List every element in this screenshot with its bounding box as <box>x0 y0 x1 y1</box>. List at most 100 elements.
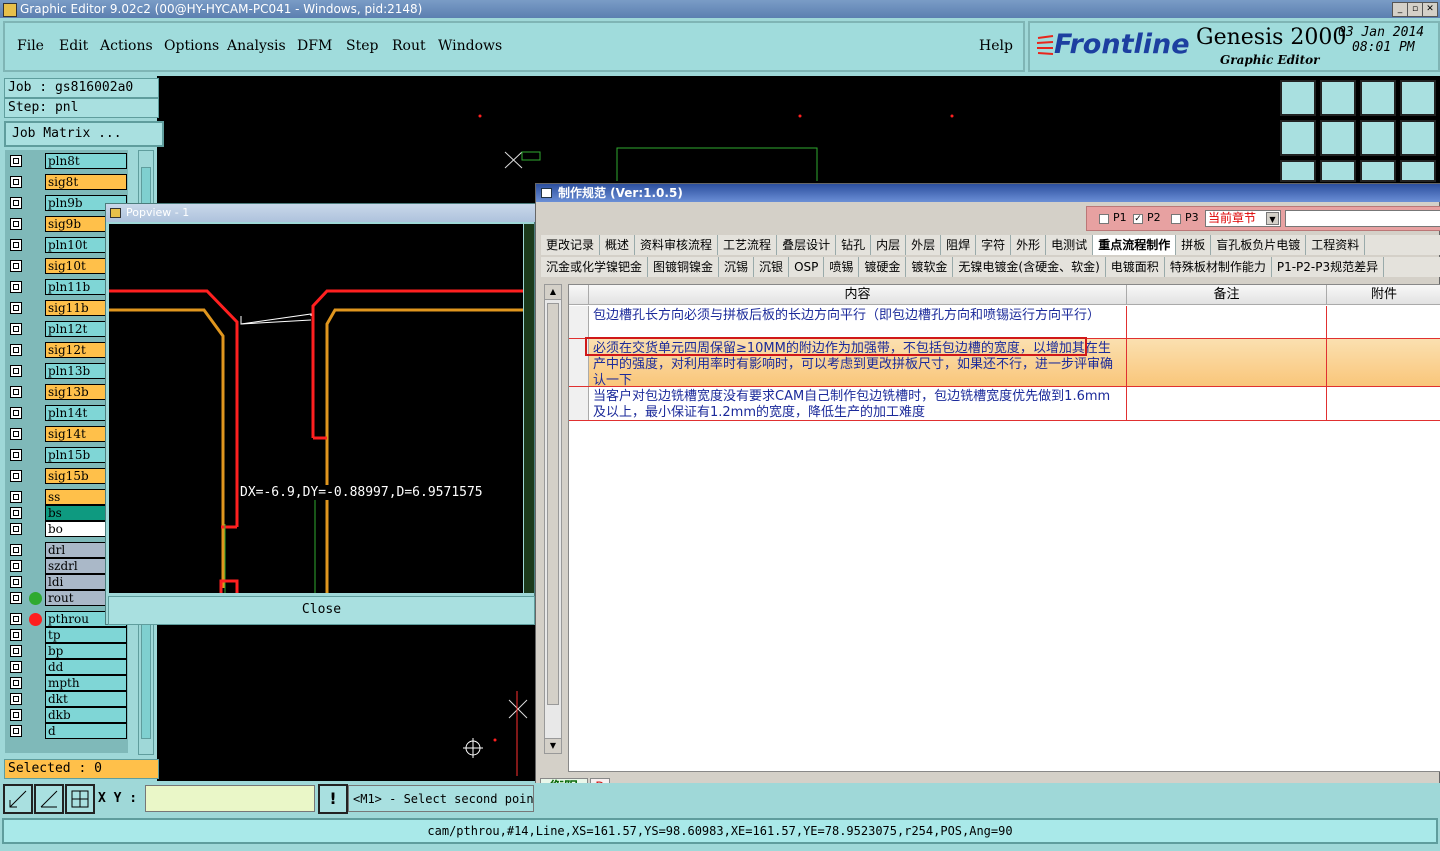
tab-13[interactable]: 重点流程制作 <box>1093 235 1177 255</box>
subtab-9[interactable]: 无镍电镀金(含硬金、软金) <box>953 257 1106 277</box>
column-header-content[interactable]: 内容 <box>589 285 1127 305</box>
layer-checkbox[interactable] <box>10 218 22 230</box>
subtab-7[interactable]: 镀硬金 <box>859 257 907 277</box>
grid-tool-icon[interactable] <box>65 784 95 814</box>
layer-checkbox[interactable] <box>10 344 22 356</box>
scope-select[interactable]: 当前章节 ▼ <box>1205 210 1281 227</box>
layer-checkbox[interactable] <box>10 407 22 419</box>
subtab-8[interactable]: 镀软金 <box>906 257 954 277</box>
home-button[interactable] <box>1360 80 1396 116</box>
layer-name[interactable]: dd <box>45 659 127 675</box>
menu-help[interactable]: Help <box>979 38 1013 54</box>
tab-6[interactable]: 钻孔 <box>836 235 872 255</box>
menu-windows[interactable]: Windows <box>438 38 502 54</box>
layer-checkbox[interactable] <box>10 428 22 440</box>
p3-checkbox[interactable] <box>1171 214 1181 224</box>
layer-checkbox[interactable] <box>10 523 22 535</box>
tab-11[interactable]: 外形 <box>1011 235 1047 255</box>
layer-checkbox[interactable] <box>10 507 22 519</box>
layer-name[interactable]: sig8t <box>45 174 127 190</box>
chevron-down-icon[interactable]: ▼ <box>1266 212 1279 225</box>
layer-checkbox[interactable] <box>10 629 22 641</box>
scroll-up-icon[interactable]: ▲ <box>545 285 561 300</box>
toolbar-button[interactable] <box>1280 120 1316 156</box>
layer-row-dkt[interactable]: dkt <box>7 691 128 707</box>
tab-5[interactable]: 叠层设计 <box>777 235 837 255</box>
layer-checkbox[interactable] <box>10 677 22 689</box>
layer-checkbox[interactable] <box>10 323 22 335</box>
layer-checkbox[interactable] <box>10 576 22 588</box>
tab-14[interactable]: 拼板 <box>1176 235 1212 255</box>
p2-checkbox[interactable]: ✓ <box>1133 214 1143 224</box>
layer-row-tp[interactable]: tp <box>7 627 128 643</box>
tab-15[interactable]: 盲孔板负片电镀 <box>1211 235 1307 255</box>
layer-checkbox[interactable] <box>10 365 22 377</box>
layer-name[interactable]: mpth <box>45 675 127 691</box>
tab-2[interactable]: 概述 <box>600 235 636 255</box>
close-window-button[interactable]: ✕ <box>1422 2 1438 17</box>
select-tool-icon[interactable] <box>3 784 33 814</box>
menu-rout[interactable]: Rout <box>392 38 426 54</box>
popview-close-button[interactable]: Close <box>108 596 535 625</box>
toolbar-button[interactable] <box>1320 80 1356 116</box>
tab-7[interactable]: 内层 <box>871 235 907 255</box>
table-row[interactable]: 包边槽孔长方向必须与拼板后板的长边方向平行（即包边槽孔方向和喷锡运行方向平行） <box>569 306 1440 339</box>
layer-checkbox[interactable] <box>10 491 22 503</box>
layer-checkbox[interactable] <box>10 613 22 625</box>
minimize-button[interactable]: _ <box>1392 2 1408 17</box>
layer-checkbox[interactable] <box>10 645 22 657</box>
layer-checkbox[interactable] <box>10 386 22 398</box>
table-scrollbar[interactable]: ▲ ▼ <box>544 284 562 754</box>
tab-9[interactable]: 阻焊 <box>941 235 977 255</box>
layer-row-dd[interactable]: dd <box>7 659 128 675</box>
subtab-12[interactable]: P1-P2-P3规范差异 <box>1272 257 1385 277</box>
layer-row-sig8t[interactable]: sig8t <box>7 174 128 190</box>
column-header-attach[interactable]: 附件 <box>1327 285 1440 305</box>
toolbar-button[interactable] <box>1280 160 1316 182</box>
layer-checkbox[interactable] <box>10 449 22 461</box>
tab-10[interactable]: 字符 <box>976 235 1012 255</box>
subtab-1[interactable]: 沉金或化学镍钯金 <box>541 257 649 277</box>
job-matrix-button[interactable]: Job Matrix ... <box>4 121 164 147</box>
layer-checkbox[interactable] <box>10 725 22 737</box>
toolbar-button[interactable] <box>1400 120 1436 156</box>
layer-checkbox[interactable] <box>10 197 22 209</box>
layer-checkbox[interactable] <box>10 281 22 293</box>
layer-name[interactable]: dkb <box>45 707 127 723</box>
subtab-6[interactable]: 喷锡 <box>824 257 860 277</box>
layer-checkbox[interactable] <box>10 470 22 482</box>
layer-checkbox[interactable] <box>10 592 22 604</box>
menu-dfm[interactable]: DFM <box>297 38 332 54</box>
table-row[interactable]: 当客户对包边铣槽宽度没有要求CAM自己制作包边铣槽时，包边铣槽宽度优先做到1.6… <box>569 387 1440 421</box>
subtab-5[interactable]: OSP <box>789 257 825 277</box>
layer-checkbox[interactable] <box>10 260 22 272</box>
toolbar-button[interactable] <box>1360 160 1396 182</box>
layer-row-d[interactable]: d <box>7 723 128 739</box>
tab-8[interactable]: 外层 <box>906 235 942 255</box>
measure-tool-icon[interactable] <box>34 784 64 814</box>
toolbar-button[interactable] <box>1280 80 1316 116</box>
layer-checkbox[interactable] <box>10 302 22 314</box>
subtab-11[interactable]: 特殊板材制作能力 <box>1165 257 1272 277</box>
layer-checkbox[interactable] <box>10 661 22 673</box>
layer-row-pln8t[interactable]: pln8t <box>7 153 128 169</box>
toolbar-button[interactable] <box>1400 160 1436 182</box>
menu-actions[interactable]: Actions <box>100 38 153 54</box>
layer-name[interactable]: pln8t <box>45 153 127 169</box>
layer-row-bp[interactable]: bp <box>7 643 128 659</box>
scroll-down-icon[interactable]: ▼ <box>545 738 561 753</box>
tab-4[interactable]: 工艺流程 <box>718 235 778 255</box>
layer-checkbox[interactable] <box>10 560 22 572</box>
menu-analysis[interactable]: Analysis <box>227 38 286 54</box>
tab-12[interactable]: 电测试 <box>1046 235 1094 255</box>
maximize-button[interactable]: ▫ <box>1407 2 1423 17</box>
layer-name[interactable]: dkt <box>45 691 127 707</box>
subtab-10[interactable]: 电镀面积 <box>1106 257 1165 277</box>
tab-3[interactable]: 资料审核流程 <box>635 235 719 255</box>
toolbar-button[interactable] <box>1320 120 1356 156</box>
subtab-4[interactable]: 沉银 <box>754 257 790 277</box>
subtab-3[interactable]: 沉锡 <box>719 257 755 277</box>
layer-checkbox[interactable] <box>10 239 22 251</box>
layer-checkbox[interactable] <box>10 709 22 721</box>
layer-row-mpth[interactable]: mpth <box>7 675 128 691</box>
